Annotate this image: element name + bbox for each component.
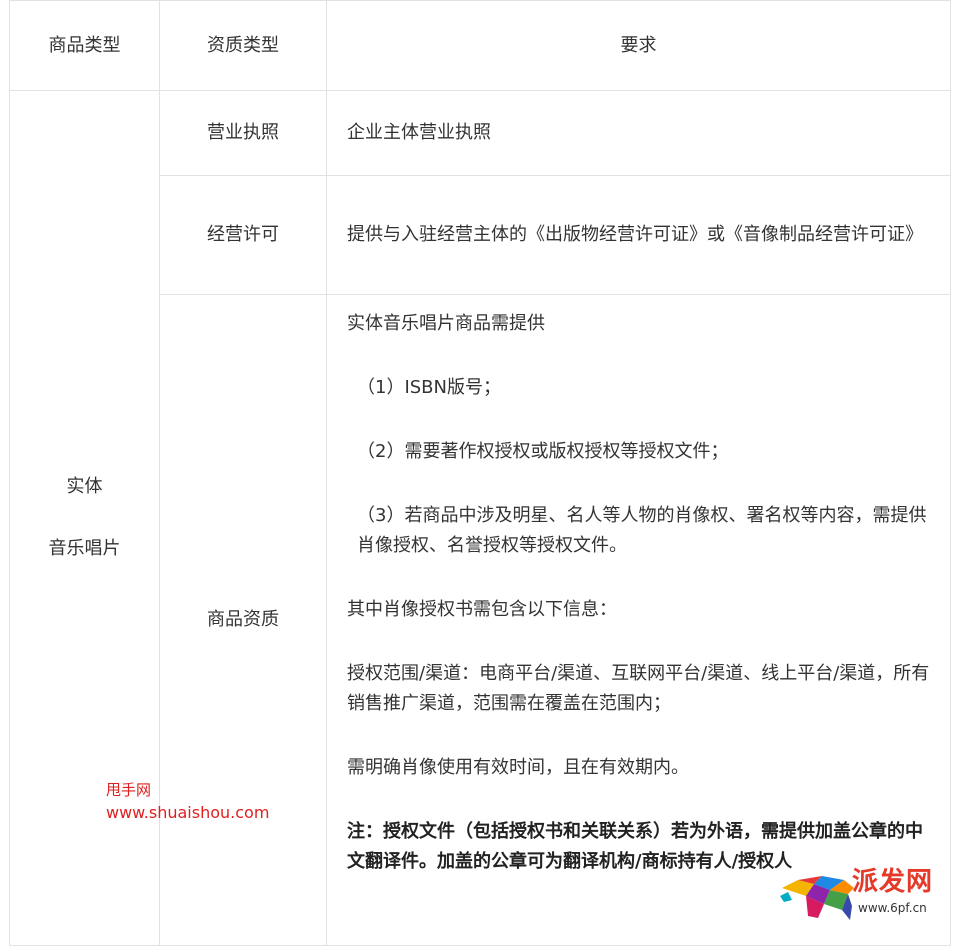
header-cell-qualification-type: 资质类型 [159, 0, 327, 91]
table-row: 实体 音乐唱片 营业执照 企业主体营业执照 [9, 90, 951, 946]
table-header-row: 商品类型 资质类型 要求 [9, 0, 951, 91]
type-cell-operating-permit: 经营许可 [159, 175, 327, 295]
category-line-1: 实体 [66, 476, 103, 497]
requirement-cell-operating-permit: 提供与入驻经营主体的《出版物经营许可证》或《音像制品经营许可证》 [326, 175, 951, 295]
logo-text: 派发网 [852, 867, 934, 897]
logo-url: www.6pf.cn [858, 901, 927, 915]
requirement-paragraph: 需明确肖像使用有效时间，且在有效期内。 [347, 757, 689, 778]
watermark-site-url: www.shuaishou.com [106, 803, 270, 822]
category-gap [10, 502, 159, 534]
requirement-paragraph: 授权范围/渠道：电商平台/渠道、互联网平台/渠道、线上平台/渠道，所有销售推广渠… [347, 663, 930, 714]
header-cell-requirement: 要求 [326, 0, 951, 91]
watermark-site-name: 甩手网 [106, 781, 152, 799]
requirement-paragraph: （1）ISBN版号； [357, 377, 501, 398]
category-line-2: 音乐唱片 [48, 538, 121, 559]
requirement-paragraph: 实体音乐唱片商品需提供 [347, 313, 545, 334]
requirement-cell-product-qualification: 实体音乐唱片商品需提供 （1）ISBN版号； （2）需要著作权授权或版权授权等授… [326, 294, 951, 946]
requirement-text: 提供与入驻经营主体的《出版物经营许可证》或《音像制品经营许可证》 [347, 224, 923, 245]
requirement-paragraph: （3）若商品中涉及明星、名人等人物的肖像权、署名权等内容，需提供肖像授权、名誉授… [357, 505, 927, 556]
requirement-text: 企业主体营业执照 [347, 122, 491, 143]
type-cell-business-license: 营业执照 [159, 90, 327, 176]
requirement-paragraph: 其中肖像授权书需包含以下信息： [347, 599, 617, 620]
header-cell-category: 商品类型 [9, 0, 160, 91]
requirement-cell-business-license: 企业主体营业执照 [326, 90, 951, 176]
type-cell-product-qualification: 商品资质 [159, 294, 327, 946]
requirement-paragraph: （2）需要著作权授权或版权授权等授权文件； [357, 441, 729, 462]
